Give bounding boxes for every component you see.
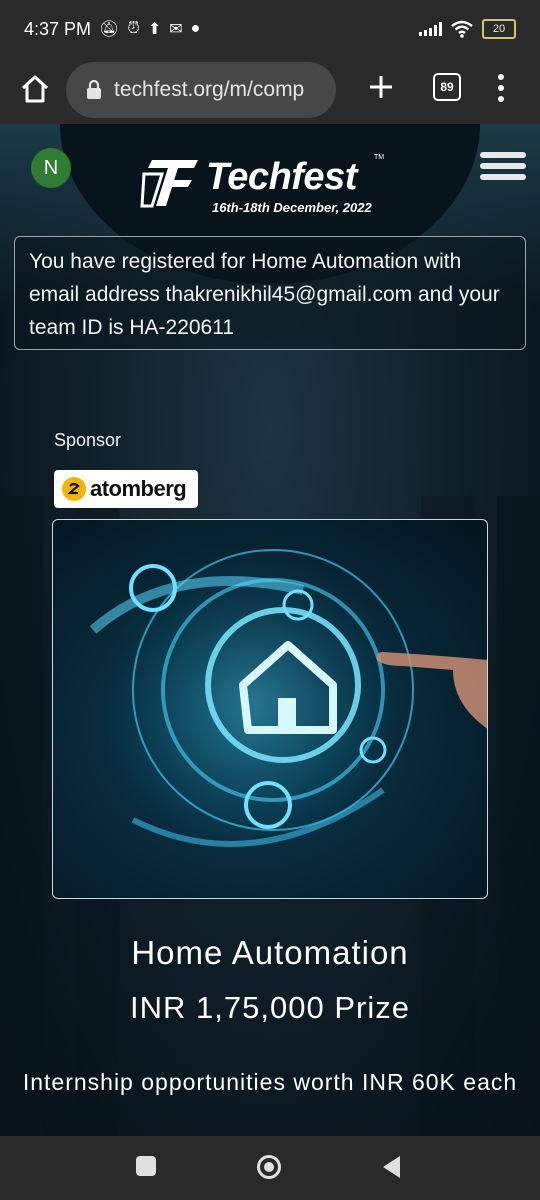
atomberg-logo-icon (62, 477, 86, 501)
sponsor-logo[interactable]: atomberg (54, 470, 198, 508)
page-content: N Techfest TM 16th-18th December, 2022 Y… (0, 124, 540, 1136)
alarm-icon: ⏰︎ (127, 20, 140, 37)
tab-count: 89 (440, 80, 454, 94)
gmail-icon: ✉ (169, 21, 183, 38)
wifi-icon (451, 20, 473, 38)
logo-dates: 16th-18th December, 2022 (212, 200, 372, 215)
more-vert-icon[interactable] (496, 73, 506, 103)
status-time: 4:37 PM (24, 18, 92, 39)
upload-icon: ⬆ (147, 21, 162, 38)
techfest-logo-mark-icon (140, 160, 198, 208)
lock-icon (87, 80, 101, 99)
smart-home-illustration (89, 549, 487, 850)
avatar[interactable]: N (31, 148, 71, 188)
event-prize: INR 1,75,000 Prize (130, 990, 410, 1025)
sponsor-name: atomberg (90, 476, 187, 501)
status-left: 4:37 PM 🔕︎ ⏰︎ ⬆ ✉ ● (24, 19, 200, 40)
recent-apps-icon[interactable] (136, 1156, 156, 1176)
url-text: techfest.org/m/comp (114, 78, 305, 101)
browser-toolbar: techfest.org/m/comp 89 (0, 58, 540, 124)
signal-icon (419, 22, 442, 36)
tabs-icon[interactable]: 89 (433, 73, 461, 101)
home-icon[interactable] (18, 72, 52, 106)
status-bar: 4:37 PM 🔕︎ ⏰︎ ⬆ ✉ ● 20 (0, 0, 540, 58)
logo-text: Techfest (206, 156, 357, 198)
plus-icon[interactable] (366, 72, 396, 102)
event-hero-image (52, 519, 488, 899)
system-nav-bar (0, 1136, 540, 1200)
whatsapp-icon: ● (190, 20, 201, 37)
techfest-logo[interactable]: Techfest TM 16th-18th December, 2022 (138, 154, 388, 216)
sponsor-label: Sponsor (54, 430, 122, 450)
registration-notice: You have registered for Home Automation … (14, 236, 526, 350)
url-bar[interactable]: techfest.org/m/comp (66, 62, 336, 118)
logo-tm: TM (374, 154, 385, 161)
back-icon[interactable] (380, 1154, 402, 1180)
status-right: 20 (419, 19, 516, 39)
mute-icon: 🔕︎ (99, 21, 120, 38)
hamburger-menu-icon[interactable] (480, 152, 526, 186)
home-circle-icon[interactable] (256, 1154, 282, 1180)
battery-icon: 20 (482, 19, 516, 39)
event-title: Home Automation (131, 934, 409, 971)
internship-info: Internship opportunities worth INR 60K e… (22, 1069, 518, 1095)
